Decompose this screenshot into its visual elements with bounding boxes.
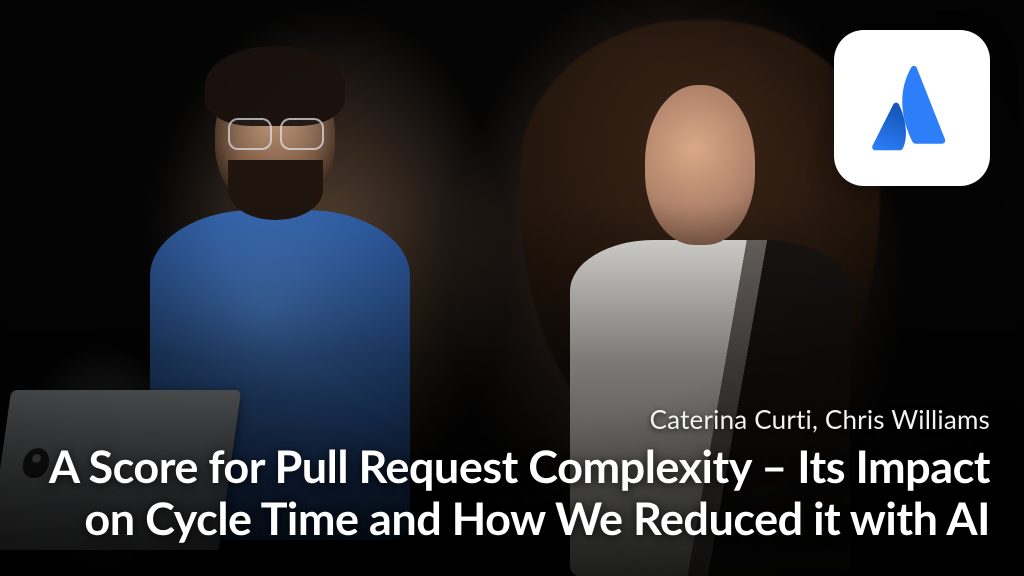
company-logo-tile (834, 30, 990, 186)
video-thumbnail: Caterina Curti, Chris Williams A Score f… (0, 0, 1024, 576)
atlassian-logo-icon (865, 61, 959, 155)
speakers-line: Caterina Curti, Chris Williams (34, 403, 990, 435)
title-overlay: Caterina Curti, Chris Williams A Score f… (0, 403, 1024, 544)
talk-title: A Score for Pull Request Complexity – It… (34, 441, 990, 544)
